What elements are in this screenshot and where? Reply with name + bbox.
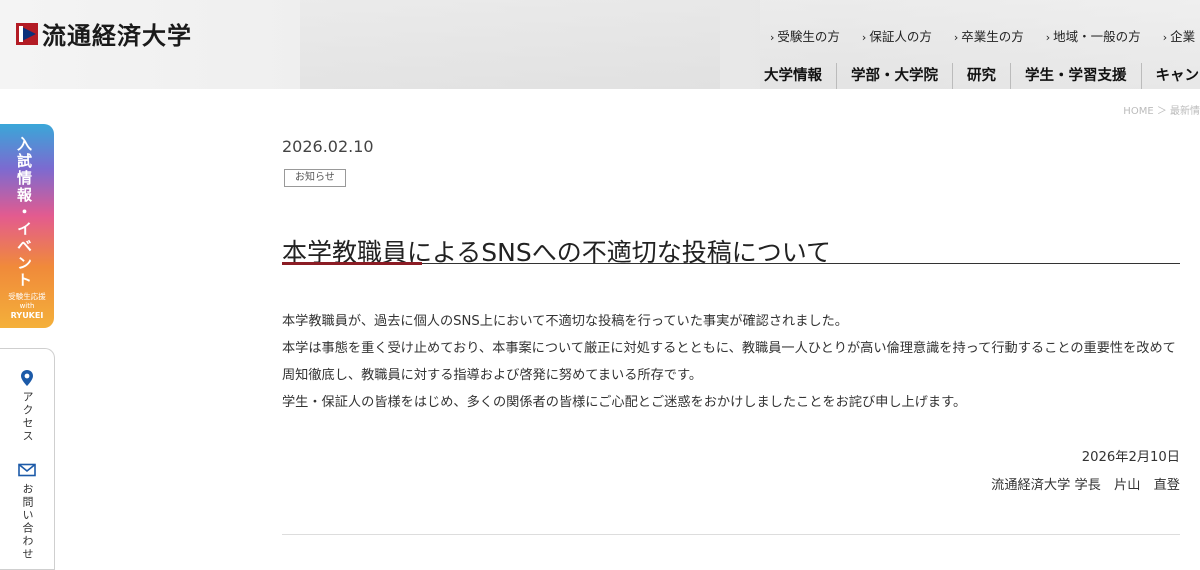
nav-student-support[interactable]: 学生・学習支援 (1010, 63, 1141, 89)
signature-date: 2026年2月10日 (1082, 446, 1180, 465)
utility-nav: ›受験生の方 ›保証人の方 ›卒業生の方 ›地域・一般の方 ›企業・ (770, 26, 1200, 45)
header-background-image (300, 0, 720, 89)
article-paragraph: 学生・保証人の皆様をはじめ、多くの関係者の皆様にご心配とご迷惑をおかけしましたこ… (282, 389, 1180, 416)
link-label: 地域・一般の方 (1053, 29, 1141, 44)
link-alumni[interactable]: ›卒業生の方 (954, 26, 1024, 45)
title-accent-bar (282, 262, 422, 265)
mail-icon[interactable] (18, 461, 36, 479)
logo-text: 流通経済大学 (42, 16, 192, 51)
signature-name: 流通経済大学 学長 片山 直登 (991, 474, 1180, 493)
side-tab-sub-label: 受験生応援 (0, 292, 54, 301)
logo-mark-icon (16, 23, 38, 45)
link-label: 卒業生の方 (961, 29, 1024, 44)
chevron-right-icon: › (1163, 31, 1167, 44)
contact-link[interactable]: お問い合わせ (19, 483, 35, 561)
link-guardians[interactable]: ›保証人の方 (862, 26, 932, 45)
link-examinees[interactable]: ›受験生の方 (770, 26, 840, 45)
link-label: 保証人の方 (869, 29, 932, 44)
link-companies[interactable]: ›企業・ (1163, 26, 1200, 45)
nav-faculties[interactable]: 学部・大学院 (836, 63, 952, 89)
chevron-right-icon: › (1046, 31, 1050, 44)
link-label: 企業・ (1170, 29, 1200, 44)
article-date: 2026.02.10 (282, 137, 374, 156)
nav-research[interactable]: 研究 (952, 63, 1010, 89)
side-tab-sub-brand: RYUKEI (0, 311, 54, 320)
breadcrumb[interactable]: HOME ＞ 最新情 (1123, 102, 1200, 117)
side-tab-sub-with: with (0, 302, 54, 311)
link-community[interactable]: ›地域・一般の方 (1046, 26, 1141, 45)
article-bottom-divider (282, 534, 1180, 535)
access-link[interactable]: アクセス (19, 391, 35, 443)
link-label: 受験生の方 (777, 29, 840, 44)
admissions-events-tab[interactable]: 入試情報・イベント 受験生応援 with RYUKEI (0, 124, 54, 328)
article-paragraph: 本学は事態を重く受け止めており、本事案について厳正に対処するとともに、教職員一人… (282, 335, 1180, 389)
nav-campus[interactable]: キャン (1141, 63, 1200, 89)
side-quick-links: アクセス お問い合わせ (0, 348, 55, 570)
article-body: 本学教職員が、過去に個人のSNS上において不適切な投稿を行っていた事実が確認され… (282, 308, 1180, 416)
site-header: 流通経済大学 ›受験生の方 ›保証人の方 ›卒業生の方 ›地域・一般の方 ›企業… (0, 0, 1200, 89)
chevron-right-icon: › (862, 31, 866, 44)
chevron-right-icon: › (954, 31, 958, 44)
article-paragraph: 本学教職員が、過去に個人のSNS上において不適切な投稿を行っていた事実が確認され… (282, 308, 1180, 335)
category-badge: お知らせ (284, 169, 346, 187)
map-pin-icon[interactable] (18, 369, 36, 387)
nav-university-info[interactable]: 大学情報 (750, 63, 836, 89)
admissions-events-label: 入試情報・イベント (14, 136, 35, 289)
chevron-right-icon: › (770, 31, 774, 44)
site-logo[interactable]: 流通経済大学 (16, 16, 192, 51)
main-nav: 大学情報 学部・大学院 研究 学生・学習支援 キャン (750, 63, 1200, 89)
